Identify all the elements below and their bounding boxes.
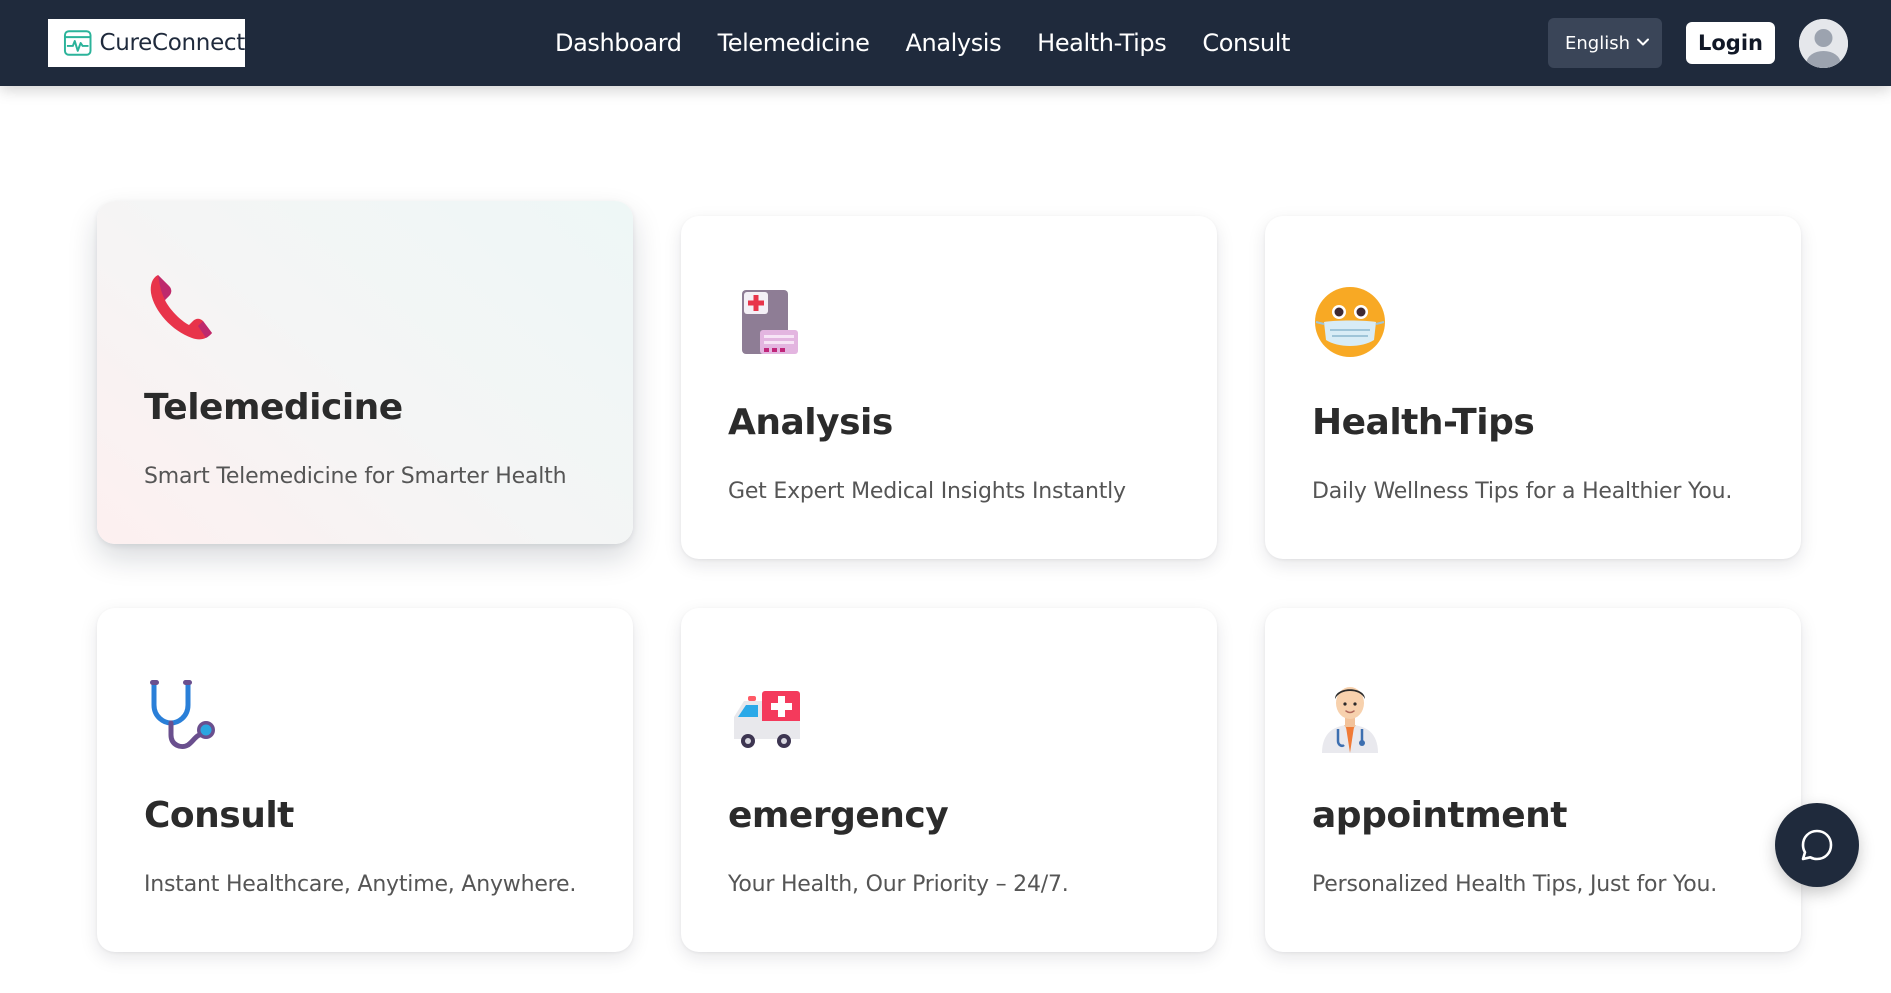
medical-report-icon bbox=[742, 290, 798, 354]
heart-monitor-icon bbox=[63, 30, 92, 56]
feature-card-emergency[interactable]: emergency Your Health, Our Priority – 24… bbox=[681, 608, 1217, 952]
top-navbar: CureConnect Dashboard Telemedicine Analy… bbox=[0, 0, 1891, 86]
card-description: Daily Wellness Tips for a Healthier You. bbox=[1312, 479, 1733, 504]
nav-link-telemedicine[interactable]: Telemedicine bbox=[718, 29, 870, 57]
feature-card-telemedicine[interactable]: Telemedicine Smart Telemedicine for Smar… bbox=[97, 201, 633, 544]
face-with-medical-mask-icon bbox=[1315, 287, 1385, 357]
card-description: Your Health, Our Priority – 24/7. bbox=[728, 872, 1069, 897]
feature-card-appointment[interactable]: appointment Personalized Health Tips, Ju… bbox=[1265, 608, 1801, 952]
login-button[interactable]: Login bbox=[1686, 22, 1775, 64]
nav-link-analysis[interactable]: Analysis bbox=[905, 29, 1001, 57]
main-nav: Dashboard Telemedicine Analysis Health-T… bbox=[555, 0, 1326, 86]
telephone-receiver-icon bbox=[150, 275, 212, 340]
card-title: emergency bbox=[728, 795, 949, 836]
feature-card-health-tips[interactable]: Health-Tips Daily Wellness Tips for a He… bbox=[1265, 216, 1801, 559]
stethoscope-icon bbox=[150, 680, 215, 750]
card-description: Personalized Health Tips, Just for You. bbox=[1312, 872, 1718, 897]
card-title: appointment bbox=[1312, 795, 1568, 836]
card-description: Get Expert Medical Insights Instantly bbox=[728, 479, 1126, 504]
card-title: Telemedicine bbox=[144, 387, 403, 428]
feature-card-consult[interactable]: Consult Instant Healthcare, Anytime, Any… bbox=[97, 608, 633, 952]
feature-card-analysis[interactable]: Analysis Get Expert Medical Insights Ins… bbox=[681, 216, 1217, 559]
nav-link-consult[interactable]: Consult bbox=[1202, 29, 1290, 57]
card-description: Instant Healthcare, Anytime, Anywhere. bbox=[144, 872, 577, 897]
ambulance-icon bbox=[734, 691, 800, 748]
nav-link-health-tips[interactable]: Health-Tips bbox=[1037, 29, 1167, 57]
doctor-icon bbox=[1322, 687, 1378, 753]
chat-button[interactable] bbox=[1775, 803, 1859, 887]
language-select-value: English bbox=[1565, 32, 1630, 54]
nav-link-dashboard[interactable]: Dashboard bbox=[555, 29, 682, 57]
brand-logo[interactable]: CureConnect bbox=[48, 19, 245, 67]
user-avatar[interactable] bbox=[1799, 19, 1848, 68]
card-description: Smart Telemedicine for Smarter Health bbox=[144, 464, 567, 489]
card-title: Analysis bbox=[728, 402, 893, 443]
chevron-down-icon bbox=[1637, 38, 1649, 46]
card-title: Health-Tips bbox=[1312, 402, 1535, 443]
user-avatar-icon bbox=[1799, 19, 1848, 68]
chat-bubble-icon bbox=[1801, 829, 1833, 861]
brand-name: CureConnect bbox=[99, 30, 245, 56]
language-select[interactable]: English bbox=[1548, 18, 1662, 68]
card-title: Consult bbox=[144, 795, 294, 836]
